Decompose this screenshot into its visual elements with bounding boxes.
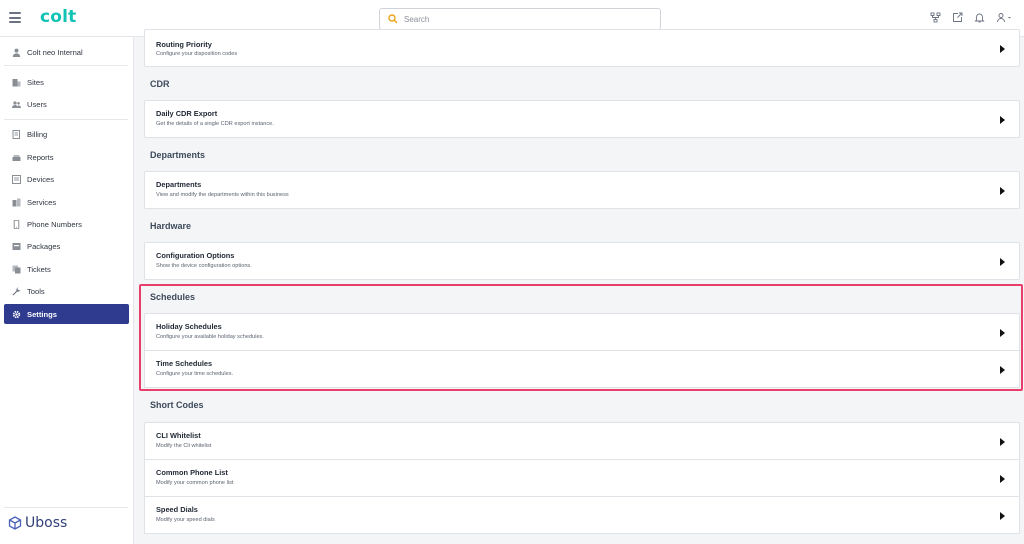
card-title: Configuration Options bbox=[156, 251, 235, 260]
search-input[interactable] bbox=[404, 14, 644, 24]
section-title-hardware: Hardware bbox=[150, 221, 192, 231]
sidebar-item-label: Tickets bbox=[27, 264, 51, 274]
section-title-cdr: CDR bbox=[150, 79, 170, 89]
card-holiday-schedules[interactable]: Holiday Schedules Configure your availab… bbox=[144, 313, 1020, 351]
divider bbox=[4, 65, 128, 66]
chevron-right-icon bbox=[1000, 512, 1005, 520]
card-title: CLI Whitelist bbox=[156, 431, 201, 440]
card-daily-cdr-export[interactable]: Daily CDR Export Get the details of a si… bbox=[144, 100, 1020, 138]
card-cli-whitelist[interactable]: CLI Whitelist Modify the Cli whitelist bbox=[144, 422, 1020, 460]
uboss-logo: Uboss bbox=[8, 515, 67, 531]
card-description: Get the details of a single CDR export i… bbox=[156, 120, 274, 127]
card-time-schedules[interactable]: Time Schedules Configure your time sched… bbox=[144, 351, 1020, 388]
card-title: Speed Dials bbox=[156, 505, 198, 514]
divider bbox=[4, 507, 128, 508]
card-title: Departments bbox=[156, 180, 202, 189]
settings-content: Routing Priority Configure your disposit… bbox=[134, 29, 1024, 544]
chevron-right-icon bbox=[1000, 116, 1005, 124]
gear-icon bbox=[12, 310, 21, 319]
card-departments[interactable]: Departments View and modify the departme… bbox=[144, 171, 1020, 209]
sidebar-item-tools[interactable]: Tools bbox=[4, 281, 129, 301]
chevron-right-icon bbox=[1000, 329, 1005, 337]
sidebar-item-packages[interactable]: Packages bbox=[4, 236, 129, 256]
section-title-short-codes: Short Codes bbox=[150, 400, 204, 410]
card-description: Show the device configuration options. bbox=[156, 262, 252, 269]
sidebar-item-users[interactable]: Users bbox=[4, 94, 129, 114]
sidebar-item-label: Packages bbox=[27, 241, 61, 251]
hamburger-menu-icon[interactable] bbox=[9, 12, 21, 23]
search-box[interactable] bbox=[379, 8, 661, 30]
card-title: Time Schedules bbox=[156, 359, 213, 368]
brand-name: Uboss bbox=[25, 515, 68, 531]
card-description: Modify your speed dials bbox=[156, 516, 215, 523]
services-icon bbox=[12, 198, 21, 207]
sidebar-item-phone-numbers[interactable]: Phone Numbers bbox=[4, 214, 129, 234]
reports-icon bbox=[12, 153, 21, 162]
card-description: View and modify the departments within t… bbox=[156, 191, 289, 198]
sidebar-item-billing[interactable]: Billing bbox=[4, 124, 129, 144]
sidebar-item-sites[interactable]: Sites bbox=[4, 72, 129, 92]
section-title-schedules: Schedules bbox=[150, 292, 196, 302]
card-speed-dials[interactable]: Speed Dials Modify your speed dials bbox=[144, 497, 1020, 534]
card-description: Modify your common phone list bbox=[156, 479, 234, 486]
packages-icon bbox=[12, 242, 21, 251]
sidebar-item-label: Sites bbox=[27, 77, 44, 87]
account-switcher[interactable]: Colt neo Internal bbox=[4, 42, 129, 62]
user-menu-icon[interactable] bbox=[996, 12, 1012, 23]
devices-icon bbox=[12, 174, 21, 184]
external-link-icon[interactable] bbox=[952, 12, 963, 23]
sidebar: Colt neo Internal Sites Users Billing Re… bbox=[0, 37, 134, 544]
chevron-right-icon bbox=[1000, 258, 1005, 266]
card-title: Daily CDR Export bbox=[156, 109, 218, 118]
cube-icon bbox=[8, 516, 22, 530]
account-name: Colt neo Internal bbox=[27, 47, 83, 57]
search-icon bbox=[388, 14, 398, 24]
chevron-right-icon bbox=[1000, 475, 1005, 483]
sidebar-item-reports[interactable]: Reports bbox=[4, 147, 129, 167]
users-icon bbox=[12, 100, 21, 109]
card-description: Configure your available holiday schedul… bbox=[156, 333, 264, 340]
card-title: Common Phone List bbox=[156, 468, 228, 477]
bell-icon[interactable] bbox=[974, 12, 985, 23]
sidebar-item-settings[interactable]: Settings bbox=[4, 304, 129, 324]
sidebar-item-label: Settings bbox=[27, 309, 57, 319]
org-chart-icon[interactable] bbox=[930, 12, 941, 23]
sidebar-item-label: Devices bbox=[27, 174, 55, 184]
card-routing-priority[interactable]: Routing Priority Configure your disposit… bbox=[144, 29, 1020, 67]
card-title: Holiday Schedules bbox=[156, 322, 222, 331]
person-icon bbox=[12, 48, 21, 57]
card-description: Configure your disposition codes bbox=[156, 51, 238, 57]
sidebar-item-label: Tools bbox=[27, 286, 45, 296]
sidebar-item-devices[interactable]: Devices bbox=[4, 169, 129, 189]
building-icon bbox=[12, 78, 21, 87]
sidebar-item-label: Billing bbox=[27, 129, 48, 139]
sidebar-item-label: Users bbox=[27, 99, 47, 109]
sidebar-item-label: Services bbox=[27, 197, 57, 207]
chevron-right-icon bbox=[1000, 366, 1005, 374]
colt-logo[interactable]: colt bbox=[40, 7, 77, 27]
billing-icon bbox=[12, 129, 21, 139]
divider bbox=[4, 119, 128, 120]
card-title: Routing Priority bbox=[156, 40, 212, 49]
card-common-phone-list[interactable]: Common Phone List Modify your common pho… bbox=[144, 460, 1020, 497]
chevron-right-icon bbox=[1000, 45, 1005, 53]
sidebar-item-tickets[interactable]: Tickets bbox=[4, 259, 129, 279]
card-configuration-options[interactable]: Configuration Options Show the device co… bbox=[144, 242, 1020, 280]
card-description: Modify the Cli whitelist bbox=[156, 442, 212, 449]
card-description: Configure your time schedules. bbox=[156, 370, 234, 377]
sidebar-item-label: Phone Numbers bbox=[27, 219, 82, 229]
phone-icon bbox=[12, 219, 21, 229]
sidebar-item-label: Reports bbox=[27, 152, 54, 162]
sidebar-item-services[interactable]: Services bbox=[4, 192, 129, 212]
tickets-icon bbox=[12, 265, 21, 274]
section-title-departments: Departments bbox=[150, 150, 206, 160]
chevron-right-icon bbox=[1000, 187, 1005, 195]
wrench-icon bbox=[12, 287, 21, 296]
chevron-right-icon bbox=[1000, 438, 1005, 446]
